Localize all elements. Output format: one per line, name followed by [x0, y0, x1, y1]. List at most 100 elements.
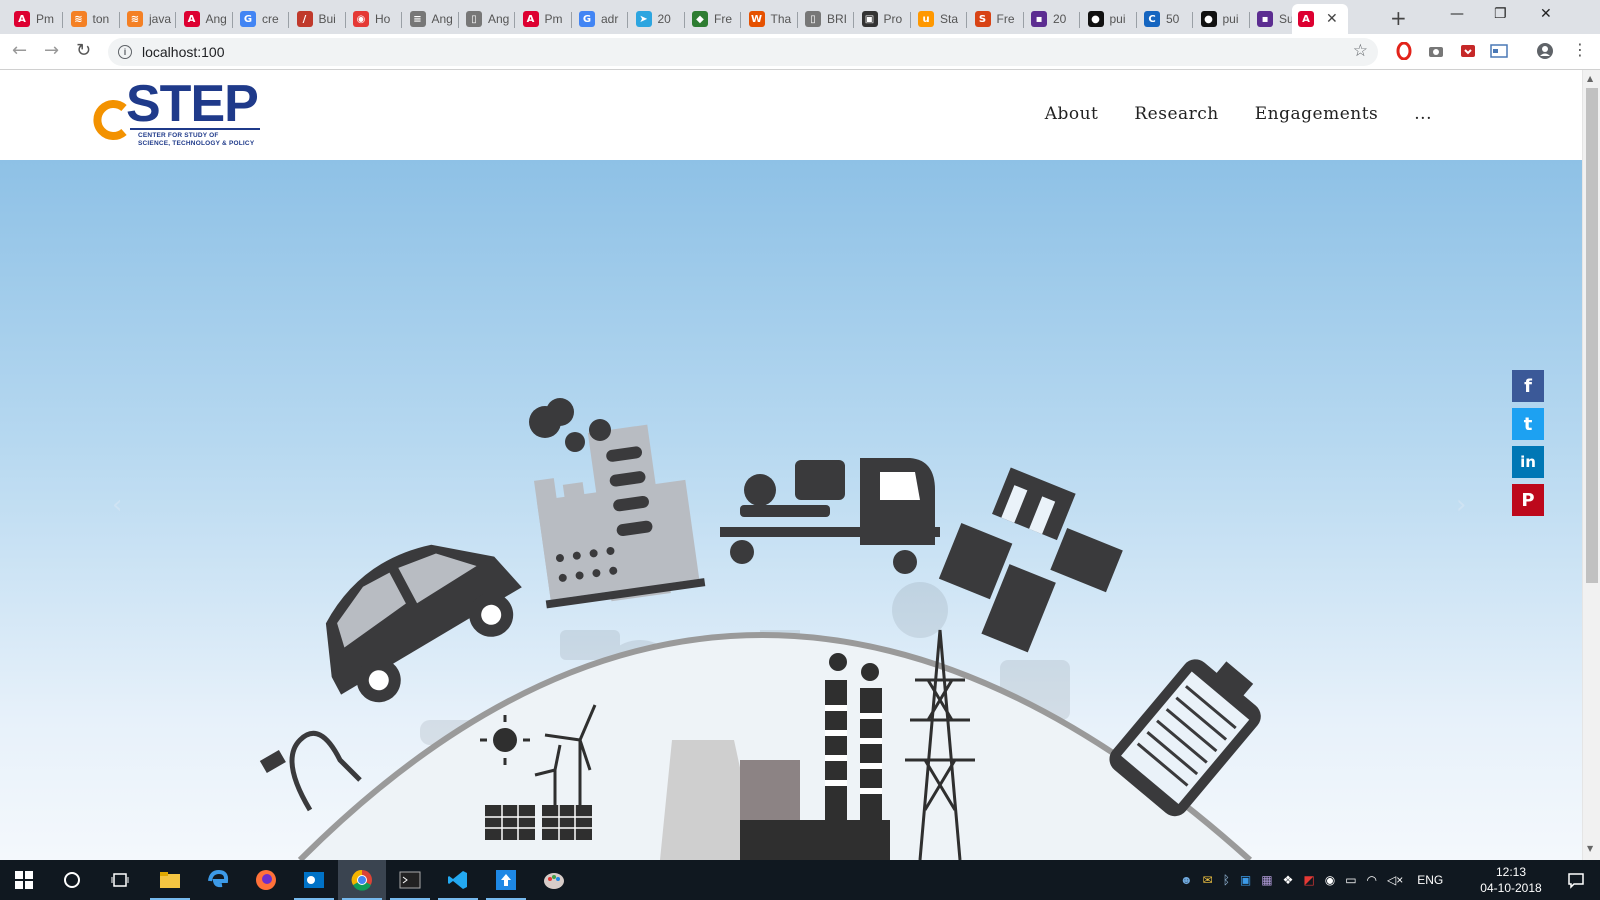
firefox-button[interactable] [242, 860, 290, 900]
stackoverflow-icon: ≋ [70, 11, 87, 27]
file-explorer-button[interactable] [146, 860, 194, 900]
notification-center-button[interactable] [1552, 860, 1600, 900]
address-bar[interactable]: i localhost:100 ☆ [108, 38, 1378, 66]
browser-tab-label: Ang [488, 12, 510, 26]
browser-tab-label: Pm [544, 12, 563, 26]
close-window-button[interactable]: ✕ [1540, 6, 1552, 22]
tray-battery-icon[interactable]: ▭ [1345, 873, 1356, 887]
nav-research[interactable]: Research [1134, 104, 1218, 124]
camera-extension-icon[interactable] [1427, 42, 1445, 60]
tray-outlook-icon[interactable]: ▣ [1240, 873, 1251, 887]
active-tab[interactable]: A ✕ [1292, 4, 1348, 34]
minimize-button[interactable]: — [1450, 6, 1464, 22]
window-extension-icon[interactable] [1490, 42, 1508, 60]
scroll-thumb[interactable] [1586, 88, 1598, 583]
upload-app-button[interactable] [482, 860, 530, 900]
browser-tab[interactable]: ● pui [1082, 4, 1137, 34]
scroll-down-icon[interactable]: ▼ [1587, 844, 1593, 853]
clock-date: 04-10-2018 [1480, 881, 1542, 895]
profile-icon[interactable] [1536, 42, 1554, 60]
opera-extension-icon[interactable] [1395, 42, 1413, 60]
close-tab-icon[interactable]: ✕ [1326, 11, 1338, 27]
tray-wifi-icon[interactable]: ◠ [1367, 873, 1377, 887]
task-view-button[interactable] [96, 860, 144, 900]
browser-tab[interactable]: ◉ Ho [347, 4, 402, 34]
browser-tab[interactable]: ◆ Fre [686, 4, 741, 34]
paint-button[interactable] [530, 860, 578, 900]
new-tab-button[interactable]: + [1390, 6, 1407, 30]
main-nav: About Research Engagements ... [1045, 104, 1432, 124]
start-button[interactable] [0, 860, 48, 900]
browser-tab-strip: A Pm ≋ ton ≋ java A Ang Gcre / Bui ◉ Ho ≡ Ang ▯ Ang A Pm Ga… [0, 0, 1600, 34]
tray-skype-icon[interactable]: ◉ [1325, 873, 1335, 887]
tray-antivirus-icon[interactable]: ◩ [1303, 873, 1314, 887]
pinterest-share-icon[interactable]: P [1512, 484, 1544, 516]
tray-language[interactable]: ENG [1417, 873, 1443, 887]
browser-tab[interactable]: ≡ Ang [404, 4, 459, 34]
browser-tab[interactable]: A Pm [8, 4, 63, 34]
browser-tab[interactable]: A Pm [517, 4, 572, 34]
facebook-share-icon[interactable]: f [1512, 370, 1544, 402]
browser-tab-label: Pm [36, 12, 54, 26]
page-scrollbar[interactable]: ▲ ▼ [1582, 70, 1600, 860]
browser-tab[interactable]: ➤ 20 [630, 4, 685, 34]
browser-tab[interactable]: Gadr [573, 4, 628, 34]
nav-more[interactable]: ... [1414, 104, 1432, 124]
restore-button[interactable]: ❐ [1494, 6, 1507, 22]
brazil-flag-icon: ◆ [692, 11, 708, 27]
carousel-prev-icon[interactable]: ‹ [112, 490, 122, 520]
carousel-next-icon[interactable]: › [1456, 490, 1466, 520]
browser-tab-label: Bui [318, 12, 336, 26]
tray-volume-icon[interactable]: ◁× [1387, 873, 1403, 887]
firefox-icon [256, 870, 276, 890]
search-circle-icon [64, 872, 80, 888]
s-icon: S [974, 11, 991, 27]
forward-button[interactable]: → [44, 40, 59, 61]
logo-tagline-1: CENTER FOR STUDY OF [138, 132, 219, 139]
scroll-up-icon[interactable]: ▲ [1587, 74, 1593, 83]
web-page: STEP CENTER FOR STUDY OF SCIENCE, TECHNO… [0, 70, 1582, 860]
browser-tab[interactable]: ● pui [1195, 4, 1250, 34]
browser-tab[interactable]: W Tha [743, 4, 798, 34]
taskbar-clock[interactable]: 12:13 04-10-2018 [1478, 864, 1544, 896]
logo-tagline-2: SCIENCE, TECHNOLOGY & POLICY [138, 140, 255, 147]
browser-tab[interactable]: / Bui [291, 4, 346, 34]
browser-tab[interactable]: u Sta [912, 4, 967, 34]
search-button[interactable] [48, 860, 96, 900]
site-info-icon[interactable]: i [118, 45, 132, 59]
browser-tab[interactable]: S Fre [969, 4, 1024, 34]
bookmark-star-icon[interactable]: ☆ [1353, 41, 1368, 61]
list-icon: ≡ [409, 11, 426, 27]
url-text: localhost:100 [142, 44, 225, 60]
tray-bluetooth-icon[interactable]: ᛒ [1223, 873, 1230, 887]
reload-button[interactable]: ↻ [76, 40, 91, 61]
tray-teams-icon[interactable]: ▦ [1261, 873, 1272, 887]
pocket-extension-icon[interactable] [1459, 42, 1477, 60]
tray-people-icon[interactable]: ☻ [1180, 873, 1193, 887]
chrome-button[interactable] [338, 860, 386, 900]
browser-tab[interactable]: ≋ java [121, 4, 176, 34]
browser-tab[interactable]: Gcre [234, 4, 289, 34]
browser-tab[interactable]: ▯ BRI [799, 4, 854, 34]
edge-button[interactable] [194, 860, 242, 900]
github-icon: ● [1087, 11, 1104, 27]
nav-engagements[interactable]: Engagements [1255, 104, 1379, 124]
browser-tab[interactable]: ▣ Pro [856, 4, 911, 34]
tray-dropbox-icon[interactable]: ❖ [1283, 873, 1294, 887]
browser-tab[interactable]: ▯ Ang [460, 4, 515, 34]
back-button[interactable]: ← [12, 40, 27, 61]
vscode-button[interactable] [434, 860, 482, 900]
tray-mail-icon[interactable]: ✉ [1203, 873, 1213, 887]
browser-tab[interactable]: ≋ ton [65, 4, 120, 34]
cstep-logo[interactable]: STEP CENTER FOR STUDY OF SCIENCE, TECHNO… [90, 75, 270, 150]
browser-tab[interactable]: C 50 [1138, 4, 1193, 34]
menu-icon[interactable]: ⋮ [1572, 40, 1588, 59]
browser-tab-label: Ho [375, 12, 391, 26]
terminal-button[interactable] [386, 860, 434, 900]
outlook-button[interactable] [290, 860, 338, 900]
browser-tab[interactable]: ▪ 20 [1025, 4, 1080, 34]
nav-about[interactable]: About [1045, 104, 1099, 124]
browser-tab[interactable]: A Ang [178, 4, 233, 34]
linkedin-share-icon[interactable]: in [1512, 446, 1544, 478]
twitter-share-icon[interactable]: t [1512, 408, 1544, 440]
